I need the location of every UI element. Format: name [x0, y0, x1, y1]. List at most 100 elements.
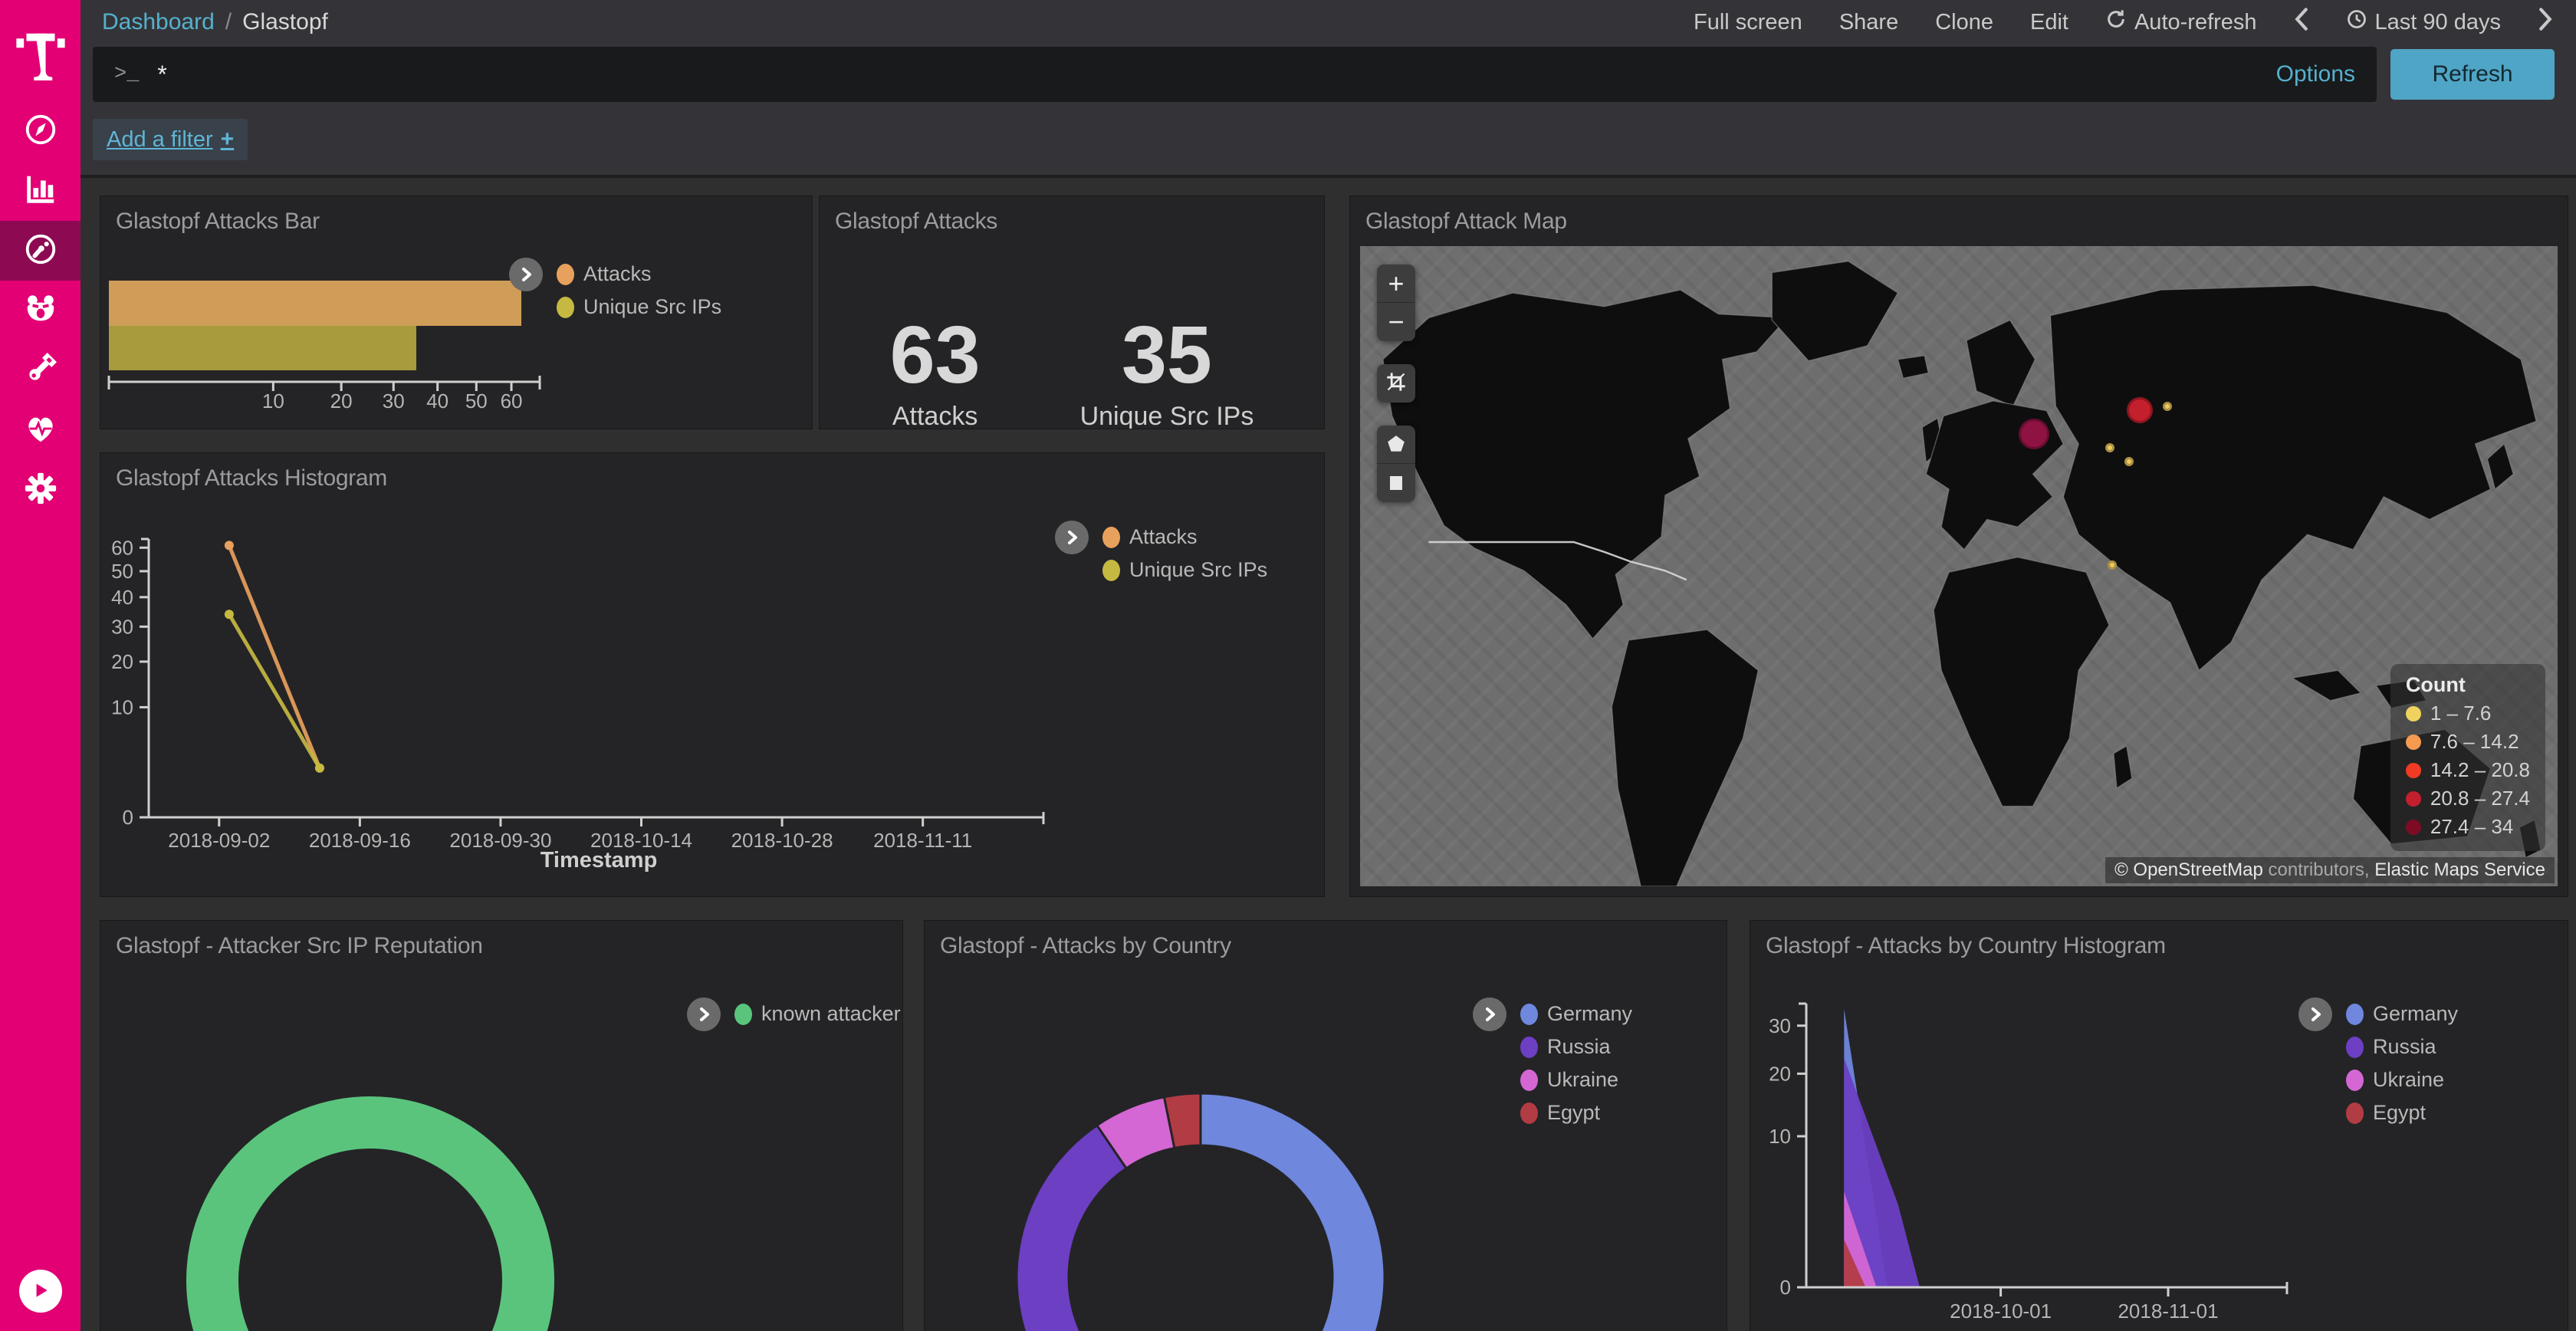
metric-value: 35: [1080, 314, 1254, 396]
legend-toggle-icon[interactable]: [1055, 521, 1089, 554]
share-button[interactable]: Share: [1839, 10, 1898, 35]
clone-button[interactable]: Clone: [1935, 10, 1993, 35]
legend-item[interactable]: Egypt: [1520, 1101, 1632, 1125]
legend-item[interactable]: Unique Src IPs: [557, 295, 721, 319]
sidebar-item-dashboard[interactable]: [0, 221, 80, 281]
fullscreen-button[interactable]: Full screen: [1694, 10, 1802, 35]
map-zoom-out-button[interactable]: −: [1377, 303, 1415, 341]
legend-toggle-icon[interactable]: [1473, 997, 1506, 1031]
telekom-logo[interactable]: [15, 26, 66, 83]
map-legend-title: Count: [2406, 673, 2530, 697]
map-draw-polygon-button[interactable]: [1377, 426, 1415, 464]
bar-chart-icon: [23, 172, 58, 211]
legend-label: Attacks: [1129, 525, 1198, 549]
panel-title: Glastopf Attacks Histogram: [100, 453, 1324, 504]
breadcrumb: Dashboard / Glastopf: [102, 9, 328, 35]
legend-item[interactable]: Russia: [1520, 1035, 1632, 1059]
sidebar-item-visualize[interactable]: [0, 161, 80, 221]
legend-item[interactable]: Russia: [2346, 1035, 2458, 1059]
auto-refresh-button[interactable]: Auto-refresh: [2105, 8, 2257, 36]
sidebar-item-tpot[interactable]: [0, 281, 80, 340]
attack-location-dot[interactable]: [2124, 457, 2134, 466]
map-zoom-in-button[interactable]: +: [1377, 265, 1415, 303]
svg-text:2018-11-11: 2018-11-11: [873, 829, 972, 852]
time-forward-button[interactable]: [2538, 8, 2553, 37]
map-legend-item: 20.8 – 27.4: [2406, 787, 2530, 810]
map-fit-data-button[interactable]: [1377, 364, 1415, 403]
legend-toggle-icon[interactable]: [2298, 997, 2332, 1031]
wrench-icon: [23, 351, 58, 390]
reputation-donut-chart[interactable]: [100, 921, 902, 1331]
metric-value: 63: [890, 314, 981, 396]
sidebar-nav: [0, 101, 80, 520]
legend-item[interactable]: Ukraine: [1520, 1068, 1632, 1092]
sidebar-item-monitoring[interactable]: [0, 400, 80, 460]
add-filter-link[interactable]: Add a filter+: [93, 119, 248, 160]
panel-src-ip-reputation: Glastopf - Attacker Src IP Reputation kn…: [100, 920, 903, 1331]
search-input[interactable]: >_ * Options: [93, 47, 2377, 102]
svg-text:10: 10: [111, 695, 133, 718]
svg-text:0: 0: [1780, 1276, 1791, 1299]
attacks-histogram-chart[interactable]: 01020304050602018-09-022018-09-162018-09…: [100, 453, 1324, 896]
query-prompt-icon: >_: [114, 63, 139, 86]
breadcrumb-dashboard-link[interactable]: Dashboard: [102, 9, 215, 35]
legend-label: Attacks: [583, 262, 652, 286]
svg-text:2018-09-30: 2018-09-30: [449, 829, 551, 852]
breadcrumb-separator: /: [225, 9, 232, 35]
map-count-legend: Count 1 – 7.67.6 – 14.214.2 – 20.820.8 –…: [2390, 664, 2545, 851]
attack-location-dot[interactable]: [2127, 397, 2153, 423]
legend-item[interactable]: Unique Src IPs: [1102, 558, 1267, 582]
legend-item[interactable]: Germany: [1520, 1002, 1632, 1026]
country-area-chart[interactable]: 01020302018-10-012018-11-01Timestamp: [1750, 921, 2568, 1331]
time-back-button[interactable]: [2294, 8, 2309, 37]
attack-location-dot[interactable]: [2163, 402, 2172, 411]
legend-label: known attacker: [761, 1002, 901, 1026]
options-link[interactable]: Options: [2276, 61, 2355, 87]
sidebar-expand-button[interactable]: [19, 1270, 62, 1313]
legend-label: Unique Src IPs: [1129, 558, 1267, 582]
attack-location-dot[interactable]: [2019, 419, 2049, 449]
metric-unique-src-ips: 35 Unique Src IPs: [1080, 314, 1254, 429]
legend-item[interactable]: Attacks: [557, 262, 721, 286]
refresh-button[interactable]: Refresh: [2390, 49, 2555, 100]
legend-item[interactable]: Ukraine: [2346, 1068, 2458, 1092]
attack-location-dot[interactable]: [2108, 560, 2117, 570]
attack-map[interactable]: + −: [1360, 246, 2558, 886]
legend-label: Russia: [2373, 1035, 2436, 1059]
legend-item[interactable]: Egypt: [2346, 1101, 2458, 1125]
metric-label: Unique Src IPs: [1080, 402, 1254, 429]
svg-text:30: 30: [383, 389, 405, 412]
attack-location-dot[interactable]: [2105, 443, 2114, 452]
panel-title: Glastopf Attacks: [820, 196, 1324, 247]
svg-text:2018-10-01: 2018-10-01: [1950, 1300, 2052, 1323]
panel-title: Glastopf Attacks Bar: [100, 196, 812, 247]
elastic-maps-service-link[interactable]: Elastic Maps Service: [2374, 859, 2545, 880]
country-area-legend: Germany Russia Ukraine Egypt: [2298, 997, 2458, 1125]
panel-attacks-metric: Glastopf Attacks 63 Attacks 35 Unique Sr…: [819, 196, 1325, 429]
legend-toggle-icon[interactable]: [509, 258, 543, 291]
panel-attacks-by-country: Glastopf - Attacks by Country GermanyRus…: [924, 920, 1727, 1331]
bear-icon: [23, 291, 58, 330]
legend-label: Unique Src IPs: [583, 295, 721, 319]
svg-text:2018-09-16: 2018-09-16: [309, 829, 411, 852]
sidebar-item-management[interactable]: [0, 460, 80, 520]
map-draw-rectangle-button[interactable]: [1377, 464, 1415, 502]
legend-item[interactable]: known attacker: [734, 1002, 901, 1026]
top-nav-bar: Dashboard / Glastopf Full screen Share C…: [80, 0, 2576, 44]
legend-toggle-icon[interactable]: [687, 997, 721, 1031]
legend-item[interactable]: Attacks: [1102, 525, 1267, 549]
breadcrumb-current: Glastopf: [242, 9, 328, 35]
sidebar-item-devtools[interactable]: [0, 340, 80, 400]
square-icon: [1387, 469, 1405, 497]
svg-text:60: 60: [111, 536, 133, 559]
edit-button[interactable]: Edit: [2030, 10, 2068, 35]
country-donut-chart[interactable]: [925, 921, 1727, 1331]
map-legend-item: 1 – 7.6: [2406, 702, 2530, 725]
time-range-button[interactable]: Last 90 days: [2346, 8, 2501, 36]
legend-item[interactable]: Germany: [2346, 1002, 2458, 1026]
attacks-bar-legend: Attacks Unique Src IPs: [509, 258, 721, 319]
openstreetmap-link[interactable]: © OpenStreetMap: [2114, 859, 2263, 880]
svg-text:2018-10-14: 2018-10-14: [590, 829, 692, 852]
svg-text:30: 30: [1769, 1014, 1791, 1037]
sidebar-item-discover[interactable]: [0, 101, 80, 161]
